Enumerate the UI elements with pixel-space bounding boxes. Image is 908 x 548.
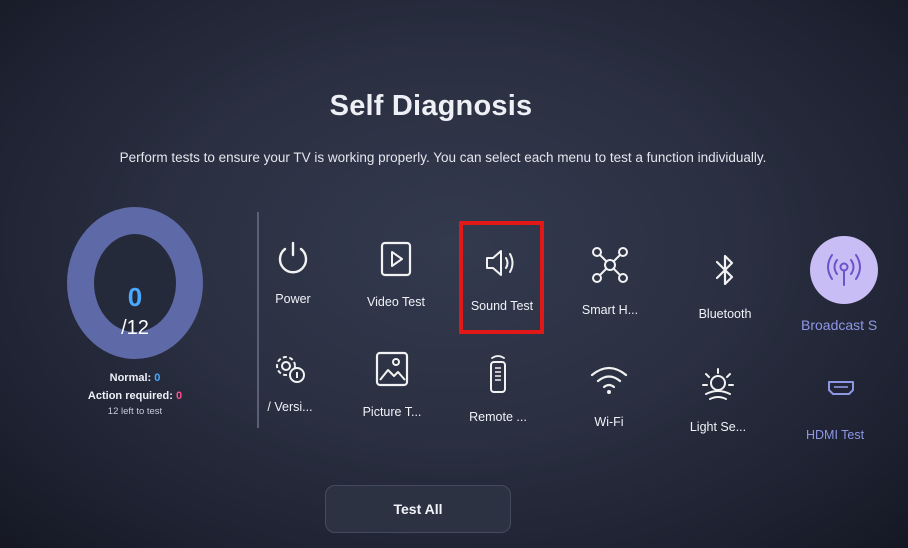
action-value: 0 [175, 390, 183, 402]
page-title: Self Diagnosis [329, 90, 533, 122]
bluetooth-label: Bluetooth [698, 307, 752, 321]
light-sensor-label: Light Se... [689, 420, 747, 434]
normal-label: Normal: [109, 372, 152, 384]
network-hub-icon [591, 246, 629, 289]
wifi-label: Wi-Fi [594, 415, 624, 429]
progress-ring-center: 0 /12 [94, 234, 176, 339]
left-to-test: 12 left to test [107, 406, 163, 417]
gear-info-icon [272, 350, 308, 391]
power-icon [275, 240, 311, 283]
remote-label: Remote ... [469, 410, 527, 424]
light-sensor-icon [698, 366, 738, 407]
picture-test-tile[interactable]: Picture T... [338, 350, 446, 440]
test-stats: Normal: 0 Action required: 0 12 left to … [60, 369, 210, 421]
wifi-icon [589, 364, 629, 401]
normal-stat: Normal: 0 [60, 369, 210, 387]
wifi-test-tile[interactable]: Wi-Fi [555, 364, 663, 454]
hdmi-test-tile[interactable] [787, 378, 895, 468]
play-icon [379, 240, 413, 283]
smart-home-test-tile[interactable]: Smart H... [556, 246, 664, 336]
power-label: Power [275, 292, 311, 306]
broadcast-label: Broadcast S [801, 317, 878, 333]
total-count: /12 [121, 317, 149, 339]
action-label: Action required: [87, 390, 173, 402]
power-test-tile[interactable]: Power [239, 240, 347, 330]
light-sensor-test-tile[interactable]: Light Se... [664, 366, 772, 456]
page-subtitle: Perform tests to ensure your TV is worki… [119, 150, 767, 165]
remote-icon [486, 354, 510, 399]
antenna-icon [824, 251, 864, 294]
smart-home-label: Smart H... [581, 303, 639, 317]
video-label: Video Test [367, 295, 425, 309]
image-icon [374, 350, 410, 393]
broadcast-test-tile[interactable] [810, 236, 878, 304]
bluetooth-test-tile[interactable]: Bluetooth [671, 252, 779, 342]
hdmi-label: HDMI Test [806, 428, 865, 442]
video-test-tile[interactable]: Video Test [342, 240, 450, 330]
selected-tile-highlight [459, 221, 544, 334]
normal-value: 0 [154, 372, 161, 384]
version-label: / Versi... [267, 400, 313, 414]
bluetooth-icon [712, 252, 738, 293]
completed-count: 0 [127, 282, 143, 312]
picture-label: Picture T... [362, 405, 422, 419]
progress-ring: 0 /12 [67, 207, 203, 359]
test-all-button[interactable]: Test All [325, 485, 511, 533]
remote-test-tile[interactable]: Remote ... [444, 354, 552, 444]
version-test-tile[interactable]: / Versi... [236, 350, 344, 440]
hdmi-icon [826, 378, 856, 403]
